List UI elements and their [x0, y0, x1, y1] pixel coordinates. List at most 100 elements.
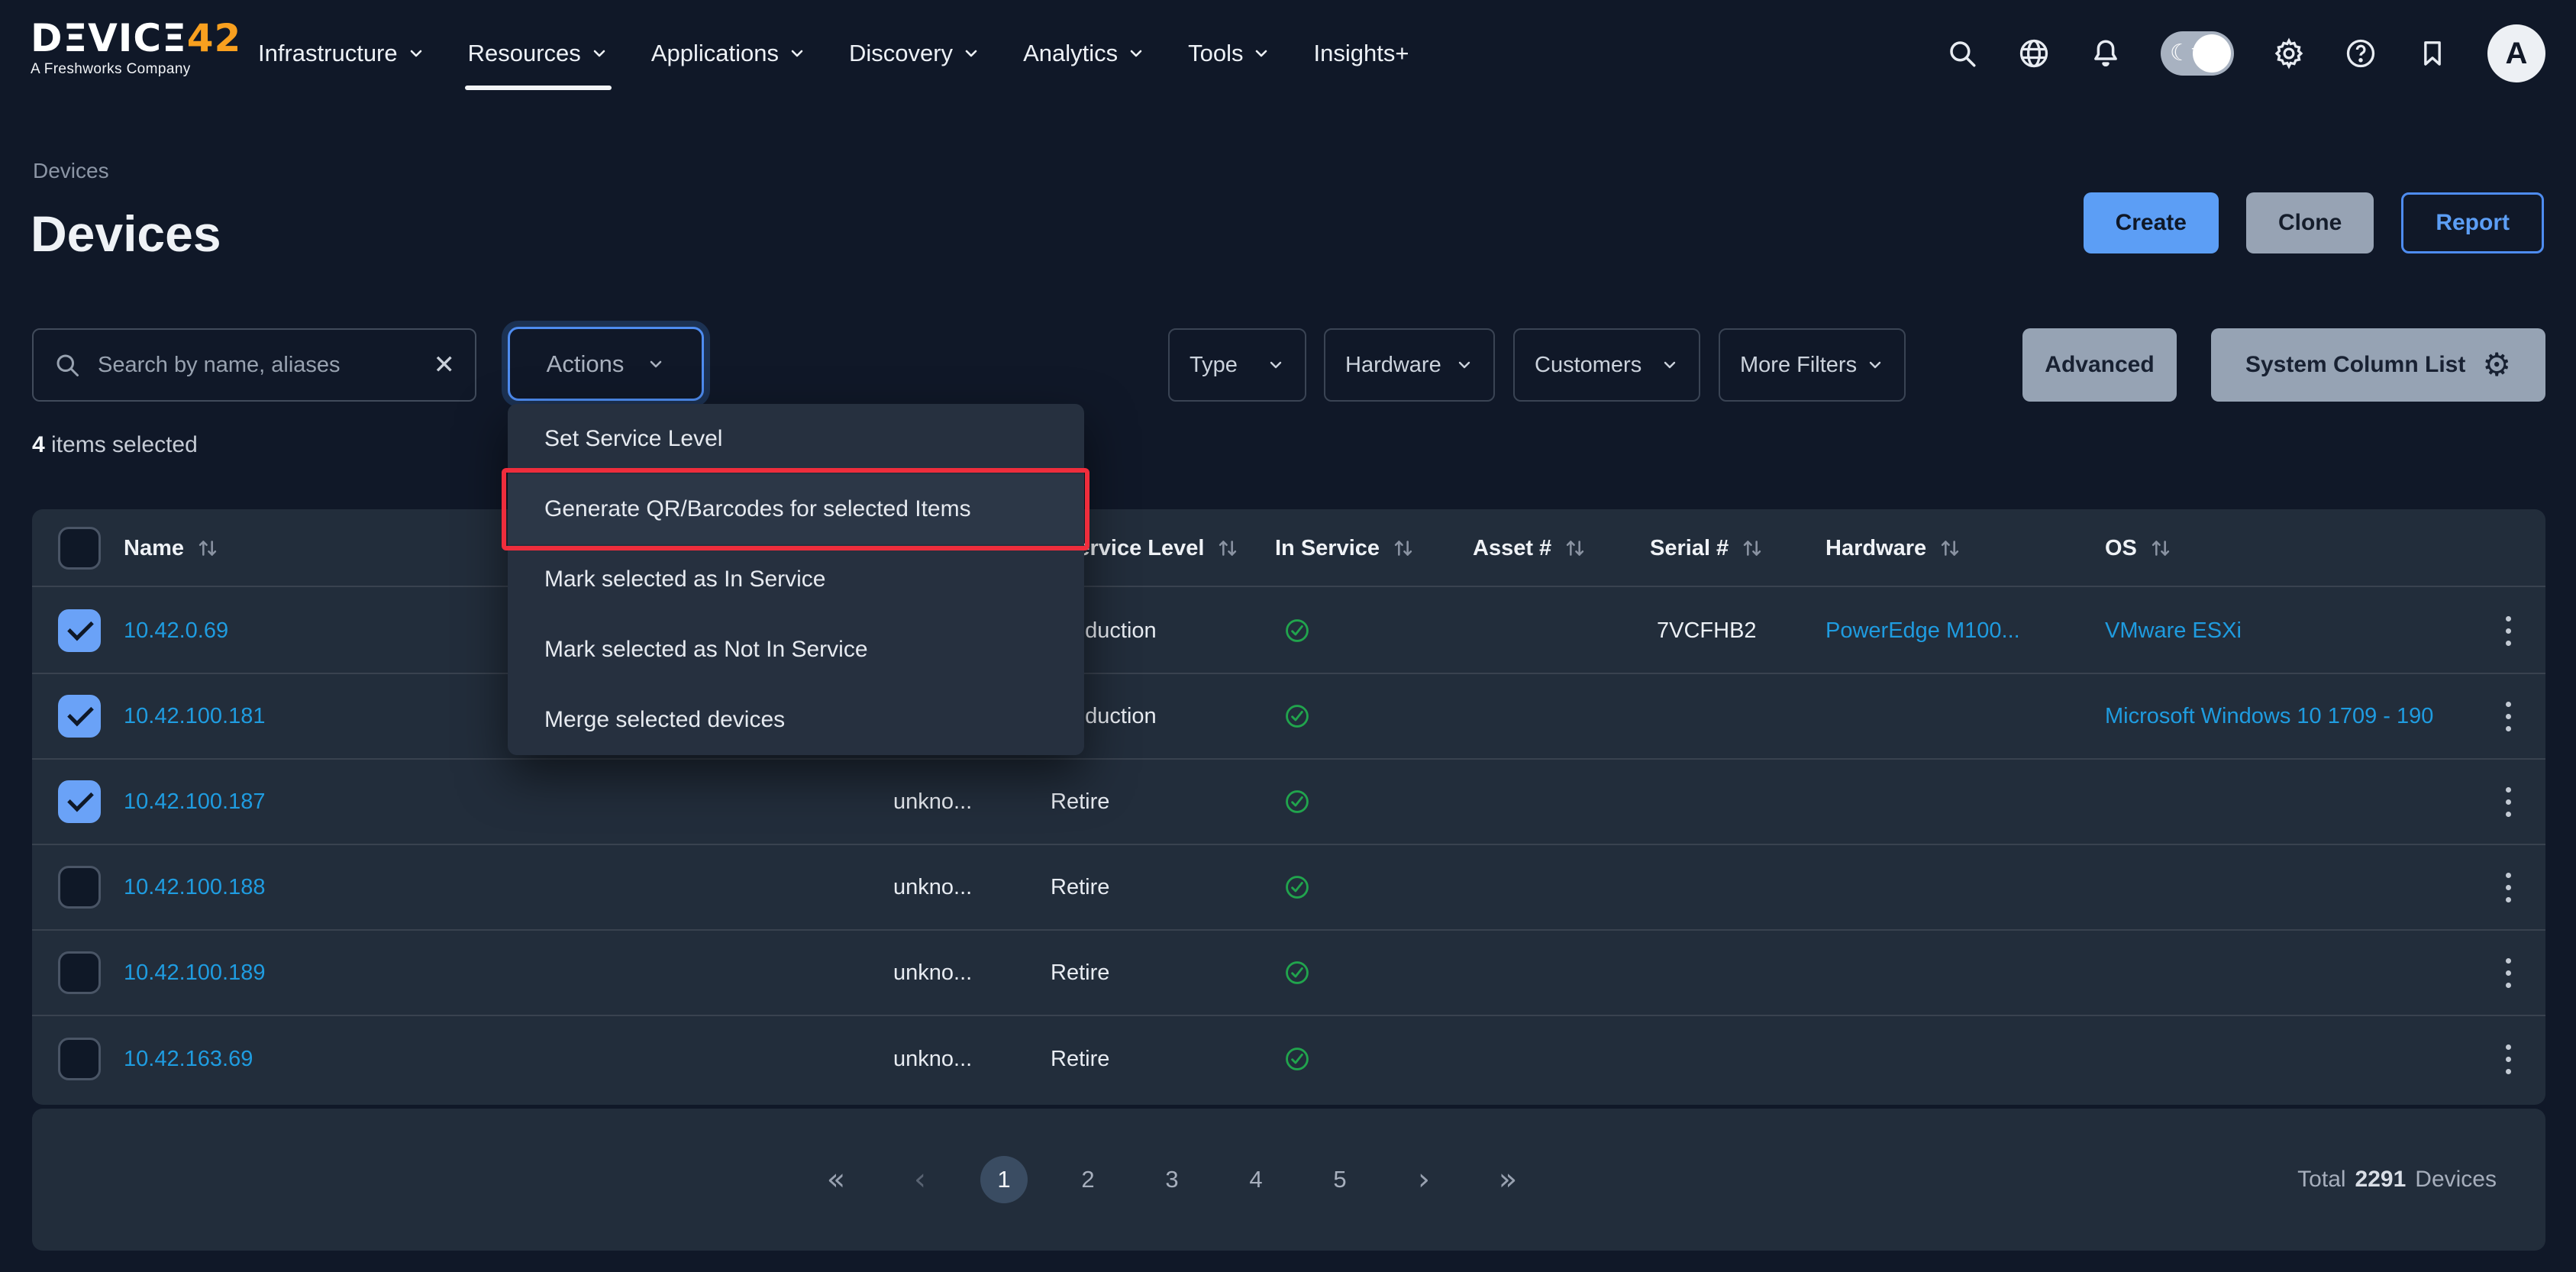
- gear-icon[interactable]: [2272, 37, 2306, 70]
- pagination-bar: « ‹ 1 2 3 4 5 › » Total 2291 Devices: [32, 1109, 2545, 1251]
- sort-icon: [1390, 535, 1416, 561]
- sort-icon: [1215, 535, 1241, 561]
- type-cell: unkno...: [893, 1016, 972, 1102]
- device42-logo[interactable]: DΞVICΞ42 A Freshworks Company: [31, 18, 241, 78]
- row-checkbox[interactable]: [58, 695, 101, 738]
- search-input[interactable]: [96, 352, 418, 379]
- bell-icon[interactable]: [2089, 37, 2122, 70]
- in-service-icon: [1284, 674, 1310, 758]
- help-icon[interactable]: [2344, 37, 2377, 70]
- actions-dropdown-button[interactable]: Actions: [508, 327, 704, 401]
- column-header-in-service[interactable]: In Service: [1275, 509, 1416, 587]
- select-all-checkbox[interactable]: [58, 527, 101, 570]
- menu-item-merge-devices[interactable]: Merge selected devices: [508, 685, 1084, 755]
- sort-icon: [1739, 535, 1765, 561]
- create-button[interactable]: Create: [2084, 192, 2219, 253]
- nav-item-insights[interactable]: Insights+: [1313, 40, 1409, 67]
- chevron-down-icon: [1267, 356, 1285, 374]
- nav-item-resources[interactable]: Resources: [468, 40, 608, 67]
- device42-devices-page: DΞVICΞ42 A Freshworks Company Infrastruc…: [0, 0, 2576, 1272]
- device-name-link[interactable]: 10.42.0.69: [124, 618, 228, 644]
- row-checkbox[interactable]: [58, 951, 101, 994]
- row-menu-kebab[interactable]: [2506, 589, 2511, 673]
- chevron-down-icon: [1661, 356, 1679, 374]
- menu-item-mark-in-service[interactable]: Mark selected as In Service: [508, 544, 1084, 615]
- nav-item-applications[interactable]: Applications: [651, 40, 806, 67]
- row-menu-kebab[interactable]: [2506, 674, 2511, 758]
- clear-search-icon[interactable]: ✕: [434, 352, 456, 378]
- chevron-down-icon: [590, 44, 608, 63]
- row-menu-kebab[interactable]: [2506, 931, 2511, 1015]
- device-name-link[interactable]: 10.42.163.69: [124, 1047, 253, 1072]
- menu-item-set-service-level[interactable]: Set Service Level: [508, 404, 1084, 474]
- chevron-down-icon: [788, 44, 806, 63]
- service-level-cell: Retire: [1051, 1016, 1109, 1102]
- row-checkbox[interactable]: [58, 780, 101, 823]
- previous-page-button[interactable]: ‹: [896, 1156, 944, 1203]
- dark-mode-toggle[interactable]: ☾⁺: [2161, 31, 2234, 76]
- chevron-down-icon: [962, 44, 980, 63]
- search-icon: [53, 351, 81, 379]
- column-header-hardware[interactable]: Hardware: [1825, 509, 1963, 587]
- last-page-button[interactable]: »: [1484, 1156, 1532, 1203]
- device-name-link[interactable]: 10.42.100.188: [124, 875, 265, 900]
- logo-tagline: A Freshworks Company: [31, 61, 241, 78]
- filter-hardware[interactable]: Hardware: [1324, 328, 1495, 402]
- os-link[interactable]: VMware ESXi: [2105, 618, 2242, 644]
- device-name-link[interactable]: 10.42.100.187: [124, 789, 265, 815]
- page-button-4[interactable]: 4: [1232, 1156, 1280, 1203]
- service-level-cell: Retire: [1051, 931, 1109, 1015]
- menu-item-mark-not-in-service[interactable]: Mark selected as Not In Service: [508, 615, 1084, 685]
- hardware-link[interactable]: PowerEdge M100...: [1825, 618, 2020, 644]
- first-page-button[interactable]: «: [812, 1156, 860, 1203]
- row-checkbox[interactable]: [58, 609, 101, 652]
- nav-item-analytics[interactable]: Analytics: [1023, 40, 1145, 67]
- page-button-5[interactable]: 5: [1316, 1156, 1364, 1203]
- os-link[interactable]: Microsoft Windows 10 1709 - 190: [2105, 704, 2433, 729]
- advanced-button[interactable]: Advanced: [2022, 328, 2177, 402]
- column-header-serial[interactable]: Serial #: [1650, 509, 1765, 587]
- total-devices-count: Total 2291 Devices: [2297, 1109, 2497, 1251]
- bookmark-icon[interactable]: [2416, 37, 2449, 70]
- table-row: 10.42.0.69 Production 7VCFHB2 PowerEdge …: [32, 589, 2545, 674]
- column-header-service-level[interactable]: Service Level: [1063, 509, 1241, 587]
- device-name-link[interactable]: 10.42.100.189: [124, 960, 265, 986]
- device-name-link[interactable]: 10.42.100.181: [124, 704, 265, 729]
- menu-item-generate-qr-barcodes[interactable]: Generate QR/Barcodes for selected Items: [508, 474, 1084, 544]
- table-row: 10.42.100.181 Production Microsoft Windo…: [32, 674, 2545, 760]
- avatar[interactable]: A: [2487, 24, 2545, 82]
- globe-icon[interactable]: [2017, 37, 2051, 70]
- table-row: 10.42.100.188 unkno... Retire: [32, 845, 2545, 931]
- toggle-knob: [2193, 34, 2231, 73]
- row-checkbox[interactable]: [58, 1038, 101, 1080]
- page-button-2[interactable]: 2: [1064, 1156, 1112, 1203]
- table-row: 10.42.100.189 unkno... Retire: [32, 931, 2545, 1016]
- clone-button[interactable]: Clone: [2246, 192, 2374, 253]
- filter-customers[interactable]: Customers: [1513, 328, 1700, 402]
- filter-type[interactable]: Type: [1168, 328, 1306, 402]
- nav-item-tools[interactable]: Tools: [1188, 40, 1270, 67]
- avatar-letter: A: [2506, 37, 2528, 71]
- row-checkbox[interactable]: [58, 866, 101, 909]
- column-header-name[interactable]: Name: [124, 509, 221, 587]
- column-header-os[interactable]: OS: [2105, 509, 2174, 587]
- page-button-1[interactable]: 1: [980, 1156, 1028, 1203]
- in-service-icon: [1284, 1016, 1310, 1102]
- row-menu-kebab[interactable]: [2506, 845, 2511, 929]
- system-column-list-button[interactable]: System Column List⚙: [2211, 328, 2545, 402]
- row-menu-kebab[interactable]: [2506, 1016, 2511, 1102]
- report-button[interactable]: Report: [2401, 192, 2544, 253]
- nav-item-infrastructure[interactable]: Infrastructure: [258, 40, 425, 67]
- logo-word: DΞVICΞ: [31, 16, 187, 60]
- header-buttons: Create Clone Report: [2084, 192, 2544, 253]
- next-page-button[interactable]: ›: [1400, 1156, 1448, 1203]
- filter-more-filters[interactable]: More Filters: [1719, 328, 1906, 402]
- column-header-asset[interactable]: Asset #: [1473, 509, 1588, 587]
- search-icon[interactable]: [1945, 37, 1979, 70]
- in-service-icon: [1284, 760, 1310, 844]
- nav-item-discovery[interactable]: Discovery: [849, 40, 980, 67]
- page-button-3[interactable]: 3: [1148, 1156, 1196, 1203]
- chevron-down-icon: [407, 44, 425, 63]
- breadcrumb[interactable]: Devices: [33, 159, 109, 183]
- row-menu-kebab[interactable]: [2506, 760, 2511, 844]
